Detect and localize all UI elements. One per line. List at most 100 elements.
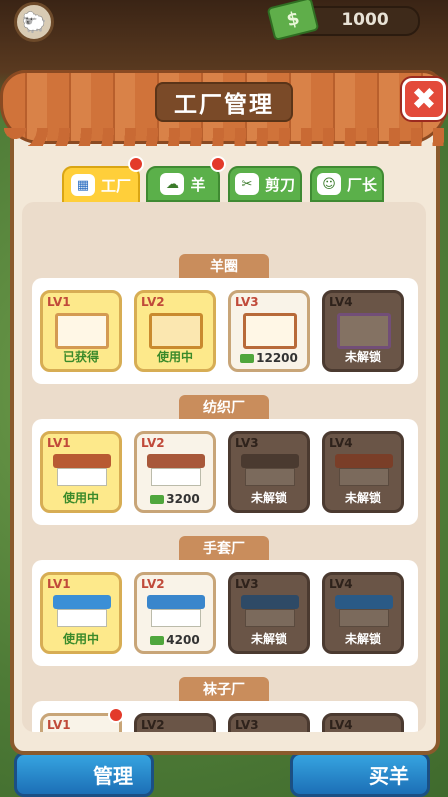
fence-icon bbox=[337, 313, 391, 349]
factory-list[interactable]: 羊圈 LV1 已获得 LV2 使用中 LV3 12200 LV4 未解锁 纺织厂… bbox=[22, 202, 426, 732]
card-status: 未解锁 bbox=[344, 350, 381, 364]
card-price: 12200 bbox=[231, 351, 307, 365]
card-sock-lv3[interactable]: LV3 bbox=[228, 713, 310, 732]
card-sheepfold-lv2[interactable]: LV2 使用中 bbox=[134, 290, 216, 372]
card-textile-lv4[interactable]: LV4 未解锁 bbox=[322, 431, 404, 513]
card-glove-lv2[interactable]: LV2 4200 bbox=[134, 572, 216, 654]
card-level: LV1 bbox=[47, 295, 71, 309]
section-title: 纺织厂 bbox=[179, 395, 269, 419]
tab-sheep-badge bbox=[210, 156, 226, 172]
factory-icon bbox=[245, 468, 295, 486]
factory-roof-icon bbox=[53, 454, 111, 468]
factory-roof-icon bbox=[241, 595, 299, 609]
section-textile: LV1 使用中 LV2 3200 LV3 未解锁 LV4 未解锁 bbox=[32, 419, 418, 525]
section-title: 羊圈 bbox=[179, 254, 269, 278]
factory-roof-icon bbox=[147, 454, 205, 468]
card-level: LV4 bbox=[329, 718, 353, 732]
factory-roof-icon bbox=[335, 454, 393, 468]
cash-icon bbox=[150, 636, 165, 645]
card-status: 未解锁 bbox=[344, 632, 381, 646]
section-sheepfold: LV1 已获得 LV2 使用中 LV3 12200 LV4 未解锁 bbox=[32, 278, 418, 384]
manager-icon: ☺ bbox=[316, 173, 341, 195]
factory-roof-icon bbox=[147, 595, 205, 609]
section-title: 手套厂 bbox=[179, 536, 269, 560]
tab-sheep[interactable]: ☁ 羊 bbox=[146, 166, 220, 202]
factory-icon bbox=[339, 468, 389, 486]
close-button[interactable]: ✖ bbox=[402, 78, 446, 120]
sock-badge bbox=[108, 707, 124, 723]
section-sock: LV1 LV2 LV3 LV4 bbox=[32, 701, 418, 732]
card-level: LV3 bbox=[235, 577, 259, 591]
card-status: 已获得 bbox=[62, 350, 99, 364]
card-level: LV3 bbox=[235, 436, 259, 450]
tab-scissors[interactable]: ✂ 剪刀 bbox=[228, 166, 302, 202]
tab-factory-badge bbox=[128, 156, 144, 172]
card-status: 未解锁 bbox=[250, 491, 287, 505]
card-sock-lv2[interactable]: LV2 bbox=[134, 713, 216, 732]
tab-factory-label: 工厂 bbox=[100, 176, 131, 195]
card-sock-lv4[interactable]: LV4 bbox=[322, 713, 404, 732]
money-value: 1000 bbox=[341, 10, 389, 30]
tab-scissors-label: 剪刀 bbox=[264, 175, 295, 194]
shop-icon: ▦ bbox=[70, 174, 95, 196]
factory-icon bbox=[245, 609, 295, 627]
card-textile-lv3[interactable]: LV3 未解锁 bbox=[228, 431, 310, 513]
card-level: LV1 bbox=[47, 436, 71, 450]
card-level: LV1 bbox=[47, 577, 71, 591]
card-level: LV1 bbox=[47, 718, 71, 732]
factory-roof-icon bbox=[53, 595, 111, 609]
card-level: LV4 bbox=[329, 436, 353, 450]
card-level: LV3 bbox=[235, 295, 259, 309]
factory-icon bbox=[57, 468, 107, 486]
card-price: 4200 bbox=[137, 633, 213, 647]
card-glove-lv4[interactable]: LV4 未解锁 bbox=[322, 572, 404, 654]
scissors-icon: ✂ bbox=[234, 173, 259, 195]
card-status: 未解锁 bbox=[250, 632, 287, 646]
card-sheepfold-lv1[interactable]: LV1 已获得 bbox=[40, 290, 122, 372]
card-status: 使用中 bbox=[62, 491, 99, 505]
fence-icon bbox=[55, 313, 109, 349]
panel-title: 工厂管理 bbox=[155, 82, 293, 122]
section-glove: LV1 使用中 LV2 4200 LV3 未解锁 LV4 未解锁 bbox=[32, 560, 418, 666]
card-price-value: 3200 bbox=[166, 492, 200, 506]
close-icon: ✖ bbox=[411, 81, 437, 117]
card-sheepfold-lv3[interactable]: LV3 12200 bbox=[228, 290, 310, 372]
tab-sheep-label: 羊 bbox=[190, 175, 206, 194]
card-level: LV2 bbox=[141, 718, 165, 732]
factory-icon bbox=[151, 468, 201, 486]
section-title: 袜子厂 bbox=[179, 677, 269, 701]
card-status: 使用中 bbox=[156, 350, 193, 364]
tab-manager[interactable]: ☺ 厂长 bbox=[310, 166, 384, 202]
card-textile-lv1[interactable]: LV1 使用中 bbox=[40, 431, 122, 513]
card-glove-lv3[interactable]: LV3 未解锁 bbox=[228, 572, 310, 654]
buy-sheep-button[interactable]: 买羊 bbox=[290, 752, 430, 797]
tab-factory[interactable]: ▦ 工厂 bbox=[62, 166, 140, 204]
card-textile-lv2[interactable]: LV2 3200 bbox=[134, 431, 216, 513]
card-price: 3200 bbox=[137, 492, 213, 506]
factory-icon bbox=[339, 609, 389, 627]
player-avatar[interactable]: 🐑 bbox=[14, 2, 54, 42]
card-level: LV3 bbox=[235, 718, 259, 732]
card-level: LV2 bbox=[141, 436, 165, 450]
card-level: LV4 bbox=[329, 577, 353, 591]
manage-button[interactable]: 管理 bbox=[14, 752, 154, 797]
factory-roof-icon bbox=[241, 454, 299, 468]
card-price-value: 4200 bbox=[166, 633, 200, 647]
manage-button-label: 管理 bbox=[93, 764, 133, 788]
card-status: 使用中 bbox=[62, 632, 99, 646]
card-level: LV4 bbox=[329, 295, 353, 309]
factory-icon bbox=[151, 609, 201, 627]
card-level: LV2 bbox=[141, 295, 165, 309]
fence-icon bbox=[243, 313, 297, 349]
sheep-icon: ☁ bbox=[160, 173, 185, 195]
fence-icon bbox=[149, 313, 203, 349]
card-glove-lv1[interactable]: LV1 使用中 bbox=[40, 572, 122, 654]
factory-icon bbox=[57, 609, 107, 627]
card-sheepfold-lv4[interactable]: LV4 未解锁 bbox=[322, 290, 404, 372]
tab-manager-label: 厂长 bbox=[346, 175, 377, 194]
card-level: LV2 bbox=[141, 577, 165, 591]
cash-icon bbox=[240, 354, 255, 363]
buy-sheep-button-label: 买羊 bbox=[369, 764, 409, 788]
cash-icon bbox=[150, 495, 165, 504]
card-status: 未解锁 bbox=[344, 491, 381, 505]
